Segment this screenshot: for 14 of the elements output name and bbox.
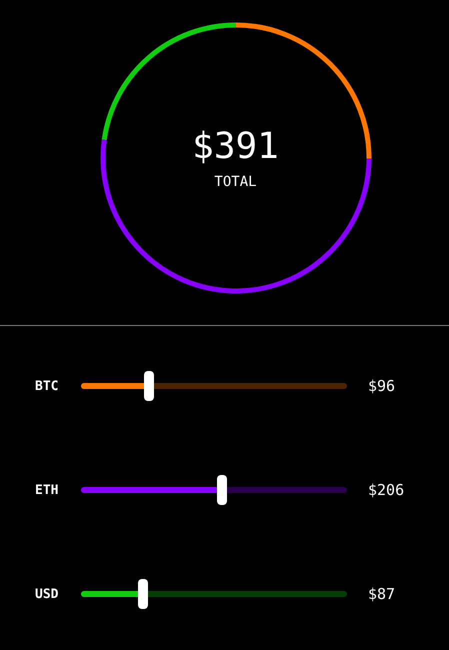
- slider-thumb[interactable]: [138, 579, 148, 609]
- asset-symbol: ETH: [35, 482, 60, 498]
- slider[interactable]: [81, 475, 347, 505]
- asset-symbol: BTC: [35, 378, 60, 394]
- asset-value: $87: [368, 585, 396, 603]
- total-amount: $391: [192, 126, 279, 168]
- slider[interactable]: [81, 371, 347, 401]
- slider-thumb[interactable]: [216, 475, 227, 505]
- slider-thumb[interactable]: [144, 371, 154, 401]
- asset-value: $96: [368, 377, 396, 395]
- asset-value: $206: [368, 481, 404, 499]
- total-label: TOTAL: [214, 174, 257, 190]
- asset-symbol: USD: [35, 586, 60, 602]
- slider[interactable]: [81, 579, 347, 609]
